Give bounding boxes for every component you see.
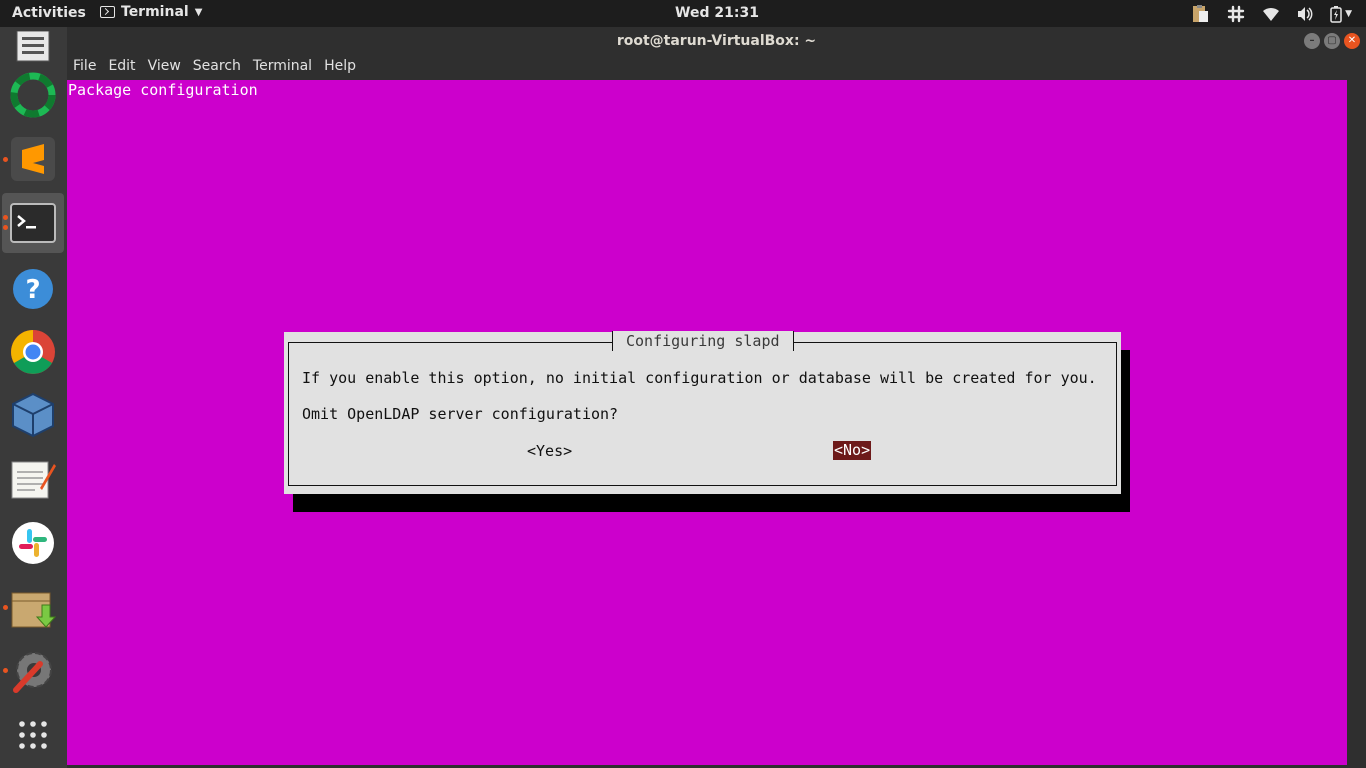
clock[interactable]: Wed 21:31 (0, 5, 1366, 21)
menu-search[interactable]: Search (187, 55, 247, 80)
slack-icon (12, 522, 54, 564)
menu-bar: File Edit View Search Terminal Help (67, 55, 1366, 80)
dock-terminal[interactable] (2, 193, 64, 253)
dock-chrome[interactable] (2, 322, 64, 382)
chevron-down-icon: ▼ (194, 6, 203, 18)
no-button[interactable]: <No> (833, 441, 872, 460)
window-controls: – ▢ ✕ (1304, 33, 1360, 49)
virtualbox-icon (12, 392, 54, 438)
help-icon: ? (13, 269, 53, 309)
minimize-button[interactable]: – (1304, 33, 1320, 49)
terminal-screen[interactable]: Package configuration Configuring slapd … (67, 80, 1347, 765)
files-cabinet-icon (16, 31, 50, 62)
maximize-button[interactable]: ▢ (1324, 33, 1340, 49)
backtitle: Package configuration (68, 81, 258, 99)
terminal-icon (10, 203, 56, 243)
dock-settings[interactable] (2, 641, 64, 701)
menu-terminal[interactable]: Terminal (247, 55, 318, 80)
dock-slack[interactable] (2, 513, 64, 573)
dock-screencast[interactable] (2, 65, 64, 125)
menu-edit[interactable]: Edit (102, 55, 141, 80)
menu-view[interactable]: View (142, 55, 187, 80)
dialog-question: Omit OpenLDAP server configuration? (302, 405, 619, 423)
volume-icon[interactable] (1296, 6, 1314, 22)
dock-text-editor[interactable] (2, 449, 64, 509)
dock-show-apps[interactable] (2, 705, 64, 765)
app-menu[interactable]: Terminal ▼ (100, 4, 202, 20)
menu-file[interactable]: File (67, 55, 102, 80)
screencast-ring-icon (10, 72, 56, 118)
wifi-icon[interactable] (1262, 6, 1280, 22)
terminal-mini-icon (100, 6, 115, 18)
battery-icon[interactable]: ▼ (1330, 5, 1352, 23)
running-indicator (3, 605, 8, 610)
chevron-down-icon: ▼ (1345, 8, 1352, 19)
dialog-title: Configuring slapd (612, 331, 794, 351)
system-tray: ▼ (1190, 3, 1352, 24)
yes-button[interactable]: <Yes> (527, 442, 572, 460)
settings-tools-icon (13, 652, 52, 693)
sublime-text-icon (11, 137, 55, 181)
running-indicator (3, 215, 8, 220)
dock-help[interactable]: ? (2, 259, 64, 319)
running-indicator (3, 668, 8, 673)
terminal-scrollbar[interactable] (1347, 80, 1366, 765)
slack-tray-icon[interactable] (1226, 4, 1246, 24)
show-apps-grid-icon (19, 721, 47, 749)
dock: ? (0, 27, 67, 768)
window-title: root@tarun-VirtualBox: ~ (616, 33, 817, 49)
running-indicator (3, 157, 8, 162)
running-indicator (3, 225, 8, 230)
software-install-icon (11, 592, 56, 628)
configure-dialog: Configuring slapd If you enable this opt… (284, 331, 1121, 494)
window-titlebar[interactable]: root@tarun-VirtualBox: ~ – ▢ ✕ (67, 27, 1366, 55)
svg-text:?: ? (25, 275, 40, 305)
clipboard-icon[interactable] (1190, 4, 1210, 24)
chrome-icon (11, 330, 55, 374)
text-editor-icon (11, 461, 56, 499)
dock-software-install[interactable] (2, 578, 64, 638)
top-bar: Activities Terminal ▼ Wed 21:31 ▼ (0, 0, 1366, 27)
dialog-message: If you enable this option, no initial co… (302, 369, 1097, 387)
app-menu-label: Terminal (121, 4, 189, 20)
dock-virtualbox[interactable] (2, 385, 64, 445)
close-button[interactable]: ✕ (1344, 33, 1360, 49)
menu-help[interactable]: Help (318, 55, 362, 80)
dock-sublime[interactable] (2, 129, 64, 189)
